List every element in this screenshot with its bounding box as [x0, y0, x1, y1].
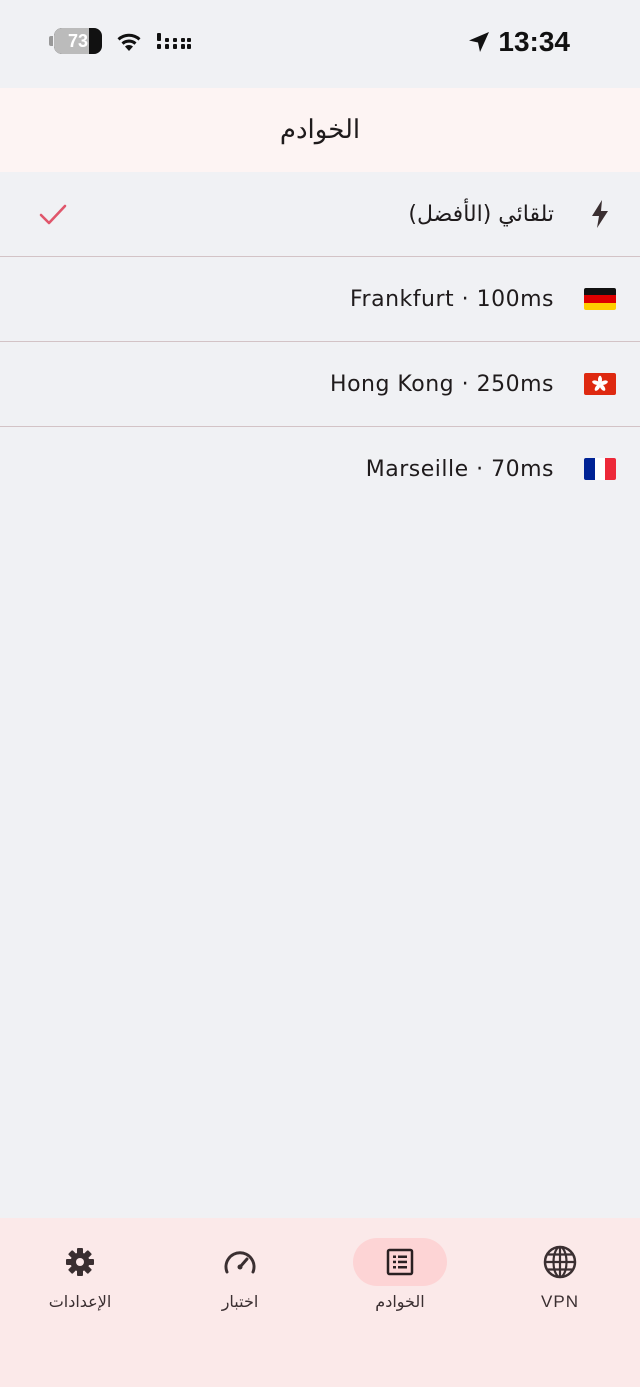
signal-icon: [157, 33, 191, 49]
lightning-bolt-icon: [584, 198, 616, 230]
wifi-icon: [117, 33, 141, 51]
screen: 73 13:34 الخوادم تلقائي (الأفضل) Frankfu…: [0, 0, 640, 1387]
status-right: 13:34: [468, 26, 570, 58]
nav-item-servers[interactable]: الخوادم: [320, 1238, 480, 1338]
nav-label: الخوادم: [375, 1292, 425, 1311]
nav-pill: [193, 1238, 287, 1286]
hong-kong-flag-icon: [584, 368, 616, 400]
bottom-navigation: الإعدادات اختبار الخوادم VPN: [0, 1218, 640, 1387]
globe-icon: [543, 1245, 577, 1279]
server-row-hong-kong[interactable]: Hong Kong · 250ms: [0, 342, 640, 427]
nav-pill: [33, 1238, 127, 1286]
server-row-marseille[interactable]: Marseille · 70ms: [0, 427, 640, 512]
server-row-frankfurt[interactable]: Frankfurt · 100ms: [0, 257, 640, 342]
server-label: Hong Kong · 250ms: [330, 372, 554, 397]
nav-item-vpn[interactable]: VPN: [480, 1238, 640, 1338]
battery-percent: 73: [67, 30, 89, 51]
checkmark-icon: [39, 204, 67, 225]
nav-item-settings[interactable]: الإعدادات: [0, 1238, 160, 1338]
nav-label: VPN: [541, 1292, 579, 1311]
speedometer-icon: [224, 1251, 256, 1274]
gear-icon: [66, 1248, 94, 1276]
status-bar: 73 13:34: [0, 0, 640, 88]
app-bar: الخوادم: [0, 88, 640, 172]
location-arrow-icon: [469, 32, 490, 52]
status-left: 73: [49, 28, 192, 54]
server-label: تلقائي (الأفضل): [408, 202, 554, 227]
server-label: Frankfurt · 100ms: [350, 287, 554, 312]
nav-pill: [513, 1238, 607, 1286]
server-row-auto[interactable]: تلقائي (الأفضل): [0, 172, 640, 257]
nav-item-speed-test[interactable]: اختبار: [160, 1238, 320, 1338]
status-time: 13:34: [498, 26, 570, 57]
server-list-icon: [386, 1248, 414, 1276]
page-title: الخوادم: [279, 115, 361, 145]
battery-icon: 73: [49, 28, 102, 54]
nav-pill-active: [353, 1238, 447, 1286]
germany-flag-icon: [584, 283, 616, 315]
server-list: تلقائي (الأفضل) Frankfurt · 100ms Hong K…: [0, 172, 640, 512]
france-flag-icon: [584, 453, 616, 485]
nav-label: الإعدادات: [48, 1292, 112, 1311]
nav-label: اختبار: [221, 1292, 259, 1311]
server-label: Marseille · 70ms: [365, 457, 554, 482]
